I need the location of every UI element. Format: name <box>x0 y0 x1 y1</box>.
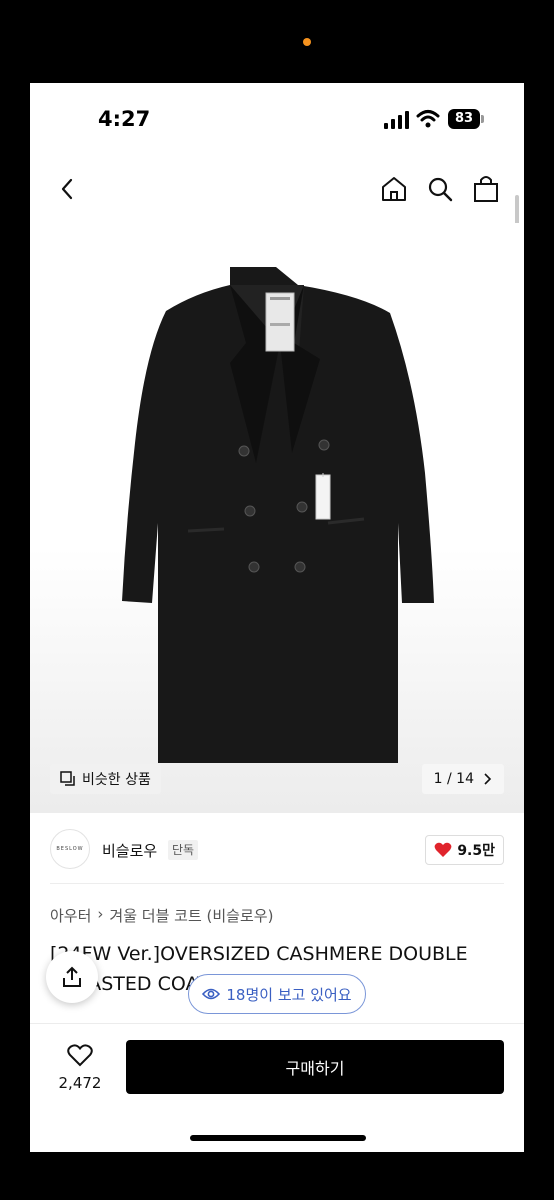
share-icon <box>63 966 81 987</box>
battery-icon: 83 <box>448 109 480 129</box>
copy-icon <box>60 771 75 786</box>
section-divider <box>50 883 504 884</box>
brand-name[interactable]: 비슬로우 <box>102 840 157 861</box>
exclusive-badge: 단독 <box>168 840 199 860</box>
home-indicator[interactable] <box>190 1135 366 1141</box>
eye-icon <box>202 988 221 1000</box>
breadcrumb-category[interactable]: 아우터 <box>50 905 91 926</box>
buy-button[interactable]: 구매하기 <box>126 1040 504 1094</box>
image-pager-count: 1 / 14 <box>433 771 474 787</box>
viewers-label: 18명이 보고 있어요 <box>226 985 352 1004</box>
top-navigation <box>30 167 524 211</box>
search-icon[interactable] <box>426 175 454 203</box>
breadcrumb-subcategory[interactable]: 겨울 더블 코트 (비슬로우) <box>109 905 273 926</box>
wishlist-button[interactable]: 2,472 <box>50 1044 110 1092</box>
battery-cap <box>481 115 484 123</box>
status-time: 4:27 <box>98 107 151 131</box>
phone-screen: 4:27 83 비슷한 상품 1 / 14 BESLOW 비슬로우 단독 9.5… <box>30 83 524 1152</box>
shopping-bag-icon[interactable] <box>472 173 500 203</box>
wifi-icon <box>416 110 440 128</box>
brand-row[interactable]: BESLOW 비슬로우 단독 9.5만 <box>50 829 504 869</box>
cellular-signal-icon <box>384 111 409 129</box>
brand-logo[interactable]: BESLOW <box>50 829 90 869</box>
similar-products-label: 비슷한 상품 <box>82 772 151 788</box>
camera-indicator-dot <box>303 38 311 46</box>
heart-filled-icon <box>434 842 452 857</box>
brand-like-count: 9.5만 <box>457 843 495 859</box>
product-image-gallery[interactable] <box>30 223 524 813</box>
chevron-right-icon <box>484 773 492 785</box>
heart-outline-icon <box>67 1044 93 1067</box>
wishlist-count: 2,472 <box>58 1074 102 1092</box>
image-pager[interactable]: 1 / 14 <box>421 764 504 794</box>
home-icon[interactable] <box>380 175 408 203</box>
viewers-badge: 18명이 보고 있어요 <box>188 974 366 1014</box>
coat-image <box>122 267 434 763</box>
bottom-action-bar: 2,472 구매하기 <box>30 1023 524 1152</box>
share-button[interactable] <box>46 951 98 1003</box>
breadcrumb: 아우터 › 겨울 더블 코트 (비슬로우) <box>50 905 273 926</box>
breadcrumb-separator-icon: › <box>97 905 104 923</box>
similar-products-button[interactable]: 비슷한 상품 <box>50 764 161 794</box>
status-bar: 4:27 83 <box>30 83 524 153</box>
brand-like-button[interactable]: 9.5만 <box>425 835 504 865</box>
back-arrow-icon[interactable] <box>56 177 80 201</box>
